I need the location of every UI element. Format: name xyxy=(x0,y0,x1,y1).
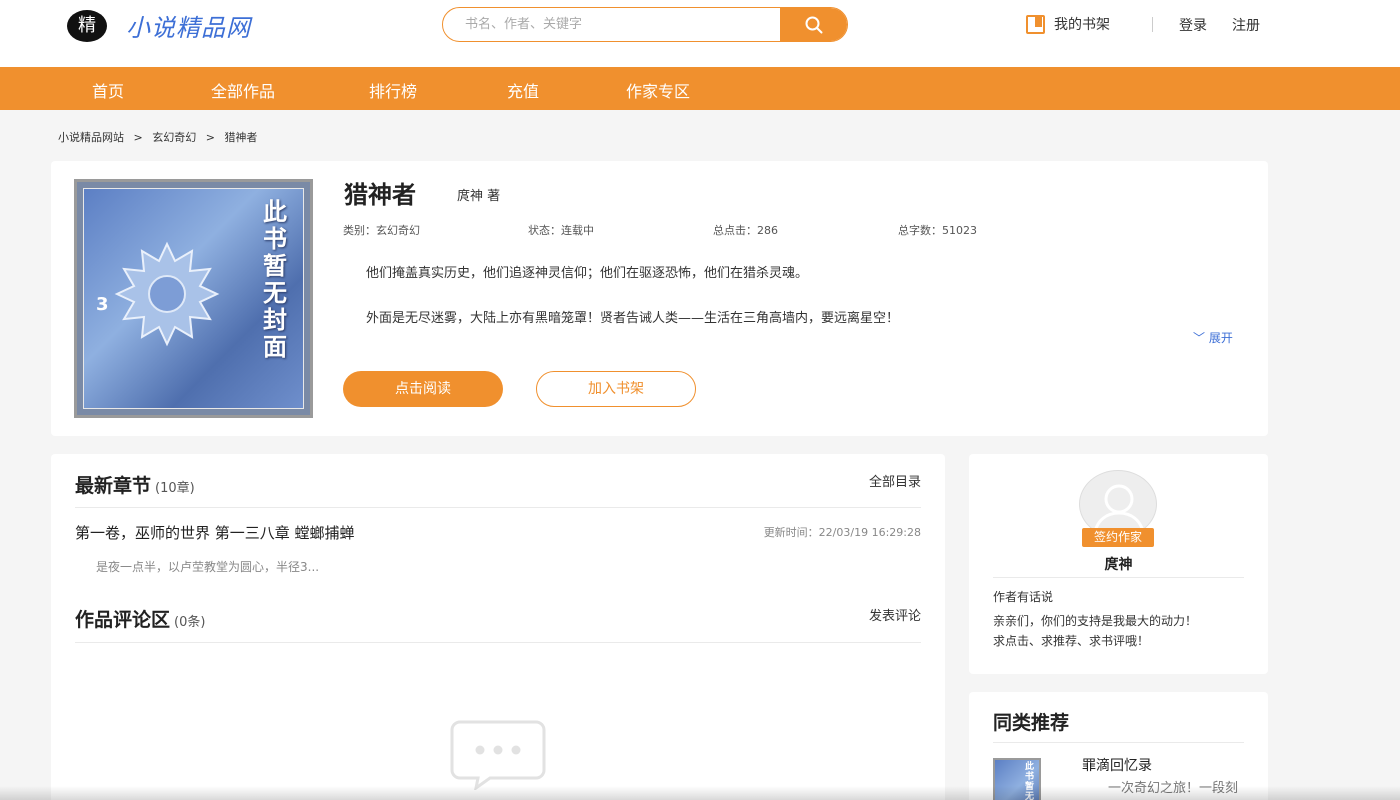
cover-number: 3 xyxy=(96,294,109,315)
breadcrumb: 小说精品网站 > 玄幻奇幻 > 猎神者 xyxy=(58,129,263,145)
divider xyxy=(993,742,1244,743)
book-total-clicks: 总点击：286 xyxy=(713,224,778,237)
bookshelf-icon xyxy=(1026,14,1045,34)
recommended-book-cover[interactable]: 此书暂无 xyxy=(993,758,1041,800)
expand-label: 展开 xyxy=(1208,331,1233,345)
search-input[interactable] xyxy=(443,8,781,41)
site-logo-text[interactable]: 小说精品网 xyxy=(126,8,251,43)
recommended-book-description: 一次奇幻之旅！一段刻骨铭心的回忆 xyxy=(1108,781,1239,796)
author-message-line: 求点击、求推荐、求书评哦！ xyxy=(993,634,1150,648)
search-icon xyxy=(805,16,823,33)
breadcrumb-home[interactable]: 小说精品网站 xyxy=(58,131,124,144)
nav-item-author-zone[interactable]: 作家专区 xyxy=(626,78,690,102)
post-comment-link[interactable]: 发表评论 xyxy=(869,605,921,624)
comments-title: 作品评论区 xyxy=(75,609,171,631)
my-bookshelf-link[interactable]: 我的书架 xyxy=(1026,14,1110,34)
latest-chapters-heading: 最新章节 (10章) xyxy=(75,471,195,498)
expand-intro-button[interactable]: ﹀ 展开 xyxy=(1193,329,1233,346)
chapter-update-time: 更新时间：22/03/19 16:29:28 xyxy=(763,526,921,539)
recommend-title: 同类推荐 xyxy=(993,712,1070,734)
rec-cover-text: 此书暂无 xyxy=(1025,762,1035,800)
bookshelf-label: 我的书架 xyxy=(1054,17,1110,33)
header-divider xyxy=(1152,17,1153,32)
author-name[interactable]: 庹神 xyxy=(969,554,1268,574)
book-intro-line: 他们掩盖真实历史，他们追逐神灵信仰；他们在驱逐恐怖，他们在猎杀灵魂。 xyxy=(366,266,809,281)
latest-chapter-link[interactable]: 第一卷，巫师的世界 第一三八章 螳螂捕蝉 xyxy=(75,522,355,543)
comments-heading: 作品评论区 (0条) xyxy=(75,605,205,632)
nav-item-rankings[interactable]: 排行榜 xyxy=(369,78,417,102)
breadcrumb-category[interactable]: 玄幻奇幻 xyxy=(152,131,196,144)
add-to-bookshelf-button[interactable]: 加入书架 xyxy=(536,371,696,407)
cover-art: 3 此书暂无封面 xyxy=(83,188,304,409)
latest-chapters-title: 最新章节 xyxy=(75,475,152,497)
full-catalog-link[interactable]: 全部目录 xyxy=(869,471,921,490)
book-title: 猎神者 xyxy=(344,181,416,209)
main-nav: 首页 全部作品 排行榜 充值 作家专区 xyxy=(0,67,1400,110)
site-header: 精 小说精品网 我的书架 登录 注册 xyxy=(0,0,1400,67)
recommended-book-title[interactable]: 罪滴回忆录 xyxy=(1082,755,1152,775)
book-word-count: 总字数：51023 xyxy=(898,224,977,237)
divider xyxy=(75,507,921,508)
divider xyxy=(75,642,921,643)
gear-graphic-icon xyxy=(114,241,220,347)
register-link[interactable]: 注册 xyxy=(1232,15,1260,35)
author-says-label: 作者有话说 xyxy=(993,590,1054,604)
book-category: 类别：玄幻奇幻 xyxy=(343,224,420,237)
book-cover[interactable]: 3 此书暂无封面 xyxy=(74,179,313,418)
empty-comments-icon xyxy=(450,720,546,790)
latest-chapters-count: (10章) xyxy=(155,481,195,496)
book-info-panel: 3 此书暂无封面 猎神者 庹神 著 类别：玄幻奇幻 状态：连载中 总点击：286… xyxy=(51,161,1268,436)
search-button[interactable] xyxy=(780,8,847,41)
book-author[interactable]: 庹神 著 xyxy=(457,185,500,204)
author-message-line: 亲亲们，你们的支持是我最大的动力！ xyxy=(993,614,1198,628)
signed-author-badge: 签约作家 xyxy=(1082,528,1154,547)
chapter-excerpt: 是夜一点半，以卢茔教堂为圆心，半径3... xyxy=(96,560,320,574)
book-intro-line: 外面是无尽迷雾，大陆上亦有黑暗笼罩！贤者告诫人类——生活在三角高墙内，要远离星空… xyxy=(366,311,900,326)
chevron-down-icon: ﹀ xyxy=(1193,331,1206,345)
book-status: 状态：连载中 xyxy=(528,224,594,237)
nav-item-recharge[interactable]: 充值 xyxy=(507,78,539,102)
breadcrumb-separator: > xyxy=(205,131,215,144)
breadcrumb-current: 猎神者 xyxy=(224,131,258,144)
author-panel: 签约作家 庹神 作者有话说 亲亲们，你们的支持是我最大的动力！ 求点击、求推荐、… xyxy=(969,454,1268,674)
cover-placeholder-text: 此书暂无封面 xyxy=(263,198,287,361)
similar-recommendations-panel: 同类推荐 此书暂无 罪滴回忆录 一次奇幻之旅！一段刻骨铭心的回忆 xyxy=(969,692,1268,800)
divider xyxy=(993,577,1244,578)
nav-item-all-works[interactable]: 全部作品 xyxy=(211,78,275,102)
comments-count: (0条) xyxy=(174,615,206,630)
chapters-comments-panel: 最新章节 (10章) 全部目录 第一卷，巫师的世界 第一三八章 螳螂捕蝉 更新时间… xyxy=(51,454,945,800)
nav-item-home[interactable]: 首页 xyxy=(92,78,124,102)
search-box xyxy=(442,7,848,42)
logo-badge[interactable]: 精 xyxy=(67,10,107,42)
breadcrumb-separator: > xyxy=(133,131,143,144)
read-now-button[interactable]: 点击阅读 xyxy=(343,371,503,407)
login-link[interactable]: 登录 xyxy=(1179,15,1207,35)
